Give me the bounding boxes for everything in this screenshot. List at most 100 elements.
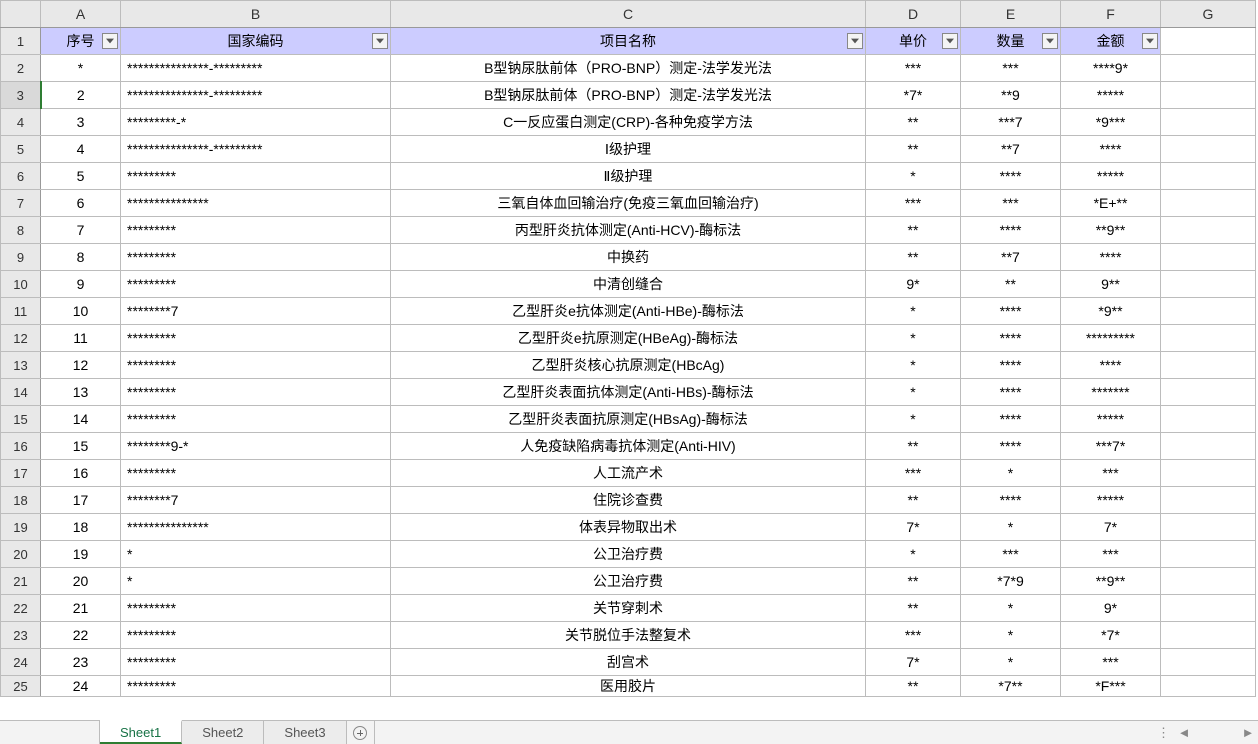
cell[interactable]: 20 (41, 568, 121, 595)
cell[interactable]: ***************-********* (121, 55, 391, 82)
cell[interactable]: **** (961, 163, 1061, 190)
cell[interactable]: ********* (121, 649, 391, 676)
cell[interactable]: C一反应蛋白测定(CRP)-各种免疫学方法 (391, 109, 866, 136)
cell[interactable]: ***************-********* (121, 82, 391, 109)
cell[interactable]: 9* (1061, 595, 1161, 622)
cell[interactable]: ********* (121, 595, 391, 622)
filter-dropdown-icon[interactable] (1142, 33, 1158, 49)
cell[interactable] (1161, 271, 1256, 298)
cell[interactable]: * (961, 595, 1061, 622)
cell[interactable]: Ⅰ级护理 (391, 136, 866, 163)
cell[interactable]: 14 (41, 406, 121, 433)
row-header[interactable]: 10 (1, 271, 41, 298)
cell[interactable]: 24 (41, 676, 121, 697)
cell[interactable] (1161, 217, 1256, 244)
column-header-C[interactable]: C (391, 1, 866, 28)
cell[interactable]: 13 (41, 379, 121, 406)
row-header[interactable]: 2 (1, 55, 41, 82)
cell[interactable]: *** (961, 541, 1061, 568)
cell[interactable]: 11 (41, 325, 121, 352)
cell[interactable]: 体表异物取出术 (391, 514, 866, 541)
cell[interactable]: 7* (866, 649, 961, 676)
row-header[interactable]: 6 (1, 163, 41, 190)
cell[interactable]: 公卫治疗费 (391, 541, 866, 568)
cell[interactable]: ** (866, 433, 961, 460)
cell[interactable]: ********* (121, 163, 391, 190)
cell[interactable]: 9** (1061, 271, 1161, 298)
cell[interactable]: ***7* (1061, 433, 1161, 460)
add-sheet-button[interactable] (347, 721, 375, 744)
cell[interactable]: ***** (1061, 163, 1161, 190)
cell[interactable]: 乙型肝炎表面抗原测定(HBsAg)-酶标法 (391, 406, 866, 433)
row-header[interactable]: 4 (1, 109, 41, 136)
cell[interactable]: ** (866, 244, 961, 271)
cell[interactable]: ********* (121, 325, 391, 352)
column-header-A[interactable]: A (41, 1, 121, 28)
cell[interactable]: B型钠尿肽前体（PRO-BNP）测定-法学发光法 (391, 55, 866, 82)
cell[interactable]: **** (961, 325, 1061, 352)
cell[interactable] (1161, 298, 1256, 325)
cell[interactable]: *** (866, 622, 961, 649)
row-header[interactable]: 20 (1, 541, 41, 568)
cell[interactable]: 关节脱位手法整复术 (391, 622, 866, 649)
select-all-corner[interactable] (1, 1, 41, 28)
cell[interactable]: 21 (41, 595, 121, 622)
cell[interactable]: B型钠尿肽前体（PRO-BNP）测定-法学发光法 (391, 82, 866, 109)
cell[interactable] (1161, 136, 1256, 163)
cell[interactable]: **** (961, 217, 1061, 244)
cell[interactable]: **9** (1061, 217, 1161, 244)
cell[interactable]: *9** (1061, 298, 1161, 325)
cell[interactable]: ******* (1061, 379, 1161, 406)
cell[interactable]: **7 (961, 136, 1061, 163)
cell[interactable] (1161, 352, 1256, 379)
filter-dropdown-icon[interactable] (942, 33, 958, 49)
cell[interactable]: 18 (41, 514, 121, 541)
cell[interactable]: *7** (961, 676, 1061, 697)
cell[interactable]: *** (961, 190, 1061, 217)
row-header[interactable]: 1 (1, 28, 41, 55)
cell[interactable]: *** (1061, 460, 1161, 487)
cell[interactable]: * (961, 649, 1061, 676)
cell[interactable]: 人免疫缺陷病毒抗体测定(Anti-HIV) (391, 433, 866, 460)
cell[interactable]: ** (866, 136, 961, 163)
cell[interactable]: ***** (1061, 487, 1161, 514)
cell[interactable]: 中清创缝合 (391, 271, 866, 298)
cell[interactable] (1161, 190, 1256, 217)
cell[interactable]: ** (866, 487, 961, 514)
cell[interactable]: *** (866, 190, 961, 217)
row-header[interactable]: 16 (1, 433, 41, 460)
cell[interactable]: 人工流产术 (391, 460, 866, 487)
cell[interactable]: 中换药 (391, 244, 866, 271)
cell[interactable]: 7* (1061, 514, 1161, 541)
cell[interactable]: ********* (121, 217, 391, 244)
cell[interactable]: 9 (41, 271, 121, 298)
cell[interactable]: Ⅱ级护理 (391, 163, 866, 190)
cell[interactable]: 乙型肝炎e抗原测定(HBeAg)-酶标法 (391, 325, 866, 352)
cell[interactable]: ********* (121, 379, 391, 406)
cell[interactable]: 9* (866, 271, 961, 298)
cell[interactable]: 6 (41, 190, 121, 217)
cell[interactable]: * (866, 352, 961, 379)
cell[interactable]: *** (1061, 649, 1161, 676)
row-header[interactable]: 9 (1, 244, 41, 271)
cell[interactable]: ** (866, 595, 961, 622)
cell[interactable]: *7* (866, 82, 961, 109)
filter-header-B[interactable]: 国家编码 (121, 28, 391, 55)
cell[interactable]: 19 (41, 541, 121, 568)
cell[interactable]: 刮宫术 (391, 649, 866, 676)
cell[interactable]: ********* (1061, 325, 1161, 352)
cell[interactable]: 7 (41, 217, 121, 244)
cell[interactable]: 7* (866, 514, 961, 541)
row-header[interactable]: 23 (1, 622, 41, 649)
filter-header-D[interactable]: 单价 (866, 28, 961, 55)
row-header[interactable]: 15 (1, 406, 41, 433)
scroll-left-icon[interactable]: ◄ (1178, 727, 1190, 739)
cell[interactable]: **** (1061, 136, 1161, 163)
cell[interactable]: * (961, 622, 1061, 649)
column-header-B[interactable]: B (121, 1, 391, 28)
row-header[interactable]: 8 (1, 217, 41, 244)
cell[interactable]: 22 (41, 622, 121, 649)
cell[interactable]: *** (866, 460, 961, 487)
cell[interactable]: ********* (121, 271, 391, 298)
cell[interactable]: ** (866, 568, 961, 595)
